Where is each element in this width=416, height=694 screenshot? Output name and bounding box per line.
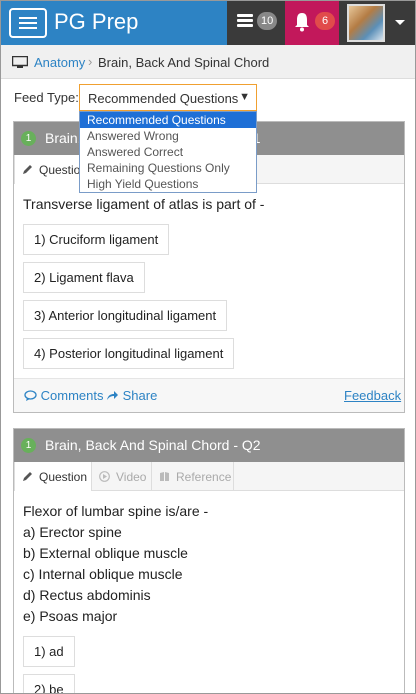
news-button[interactable]: 10 bbox=[227, 1, 285, 45]
pencil-icon bbox=[23, 165, 32, 174]
pencil-icon bbox=[23, 472, 32, 481]
comment-icon bbox=[24, 390, 37, 401]
menu-button[interactable] bbox=[9, 8, 47, 38]
breadcrumb-separator: › bbox=[88, 54, 93, 69]
feed-option-high-yield[interactable]: High Yield Questions bbox=[80, 176, 256, 192]
feed-type-dropdown: Recommended Questions Answered Wrong Ans… bbox=[79, 111, 257, 193]
tab-reference-label: Reference bbox=[176, 470, 232, 484]
app-frame: PG Prep 10 6 Anatomy › Brain, Back And S… bbox=[0, 0, 416, 694]
question-statement: a) Erector spine bbox=[23, 524, 122, 540]
feed-option-answered-correct[interactable]: Answered Correct bbox=[80, 144, 256, 160]
book-icon bbox=[160, 472, 169, 481]
answer-option[interactable]: 1) ad bbox=[23, 636, 75, 667]
top-bar: PG Prep 10 6 bbox=[1, 1, 415, 45]
tab-question-label: Question bbox=[39, 470, 88, 484]
question-number-badge: 1 bbox=[21, 438, 36, 453]
news-badge: 10 bbox=[257, 12, 278, 30]
feed-option-answered-wrong[interactable]: Answered Wrong bbox=[80, 128, 256, 144]
answer-option[interactable]: 3) Anterior longitudinal ligament bbox=[23, 300, 228, 331]
question-body: Flexor of lumbar spine is/are - a) Erect… bbox=[14, 491, 404, 693]
avatar bbox=[347, 4, 385, 42]
feed-option-recommended[interactable]: Recommended Questions bbox=[80, 112, 256, 128]
question-text: Flexor of lumbar spine is/are - a) Erect… bbox=[23, 501, 395, 627]
answer-option[interactable]: 2) be bbox=[23, 674, 75, 693]
tab-question[interactable]: Question bbox=[14, 462, 92, 491]
share-link[interactable]: Share bbox=[106, 388, 157, 403]
bell-icon bbox=[295, 13, 309, 32]
profile-menu[interactable] bbox=[339, 1, 415, 45]
comments-label: Comments bbox=[40, 388, 104, 403]
answer-option[interactable]: 4) Posterior longitudinal ligament bbox=[23, 338, 235, 369]
comments-link[interactable]: Comments bbox=[24, 388, 103, 403]
breadcrumb: Anatomy › Brain, Back And Spinal Chord bbox=[1, 45, 415, 79]
question-number-badge: 1 bbox=[21, 131, 36, 146]
notifications-button[interactable]: 6 bbox=[285, 1, 339, 45]
breadcrumb-current: Brain, Back And Spinal Chord bbox=[98, 55, 270, 70]
feed-type-select[interactable]: Recommended Questions ▼ bbox=[79, 84, 257, 111]
question-statement: d) Rectus abdominis bbox=[23, 587, 151, 603]
question-card: 1 Brain, Back And Spinal Chord - Q2 Ques… bbox=[13, 428, 405, 693]
dropdown-arrow-icon: ▼ bbox=[239, 91, 250, 103]
question-text: Transverse ligament of atlas is part of … bbox=[23, 196, 265, 212]
breadcrumb-anatomy-link[interactable]: Anatomy bbox=[34, 55, 85, 70]
answer-option[interactable]: 2) Ligament flava bbox=[23, 262, 145, 293]
monitor-icon bbox=[12, 56, 28, 68]
app-title: PG Prep bbox=[54, 9, 139, 34]
question-stem: Flexor of lumbar spine is/are - bbox=[23, 503, 209, 519]
question-footer: Comments Share Feedback bbox=[14, 378, 404, 412]
share-icon bbox=[107, 391, 118, 400]
play-circle-icon bbox=[99, 471, 110, 482]
notifications-badge: 6 bbox=[315, 12, 335, 30]
feed-option-remaining[interactable]: Remaining Questions Only bbox=[80, 160, 256, 176]
question-statement: c) Internal oblique muscle bbox=[23, 566, 183, 582]
question-title: Brain, Back And Spinal Chord - Q2 bbox=[45, 437, 261, 453]
tab-video[interactable]: Video bbox=[92, 462, 152, 491]
question-statement: e) Psoas major bbox=[23, 608, 118, 624]
question-tabs: Question Video Reference bbox=[14, 462, 404, 491]
chevron-down-icon bbox=[395, 20, 405, 25]
question-body: Transverse ligament of atlas is part of … bbox=[14, 184, 404, 376]
feedback-link[interactable]: Feedback bbox=[344, 388, 401, 403]
news-icon bbox=[237, 14, 253, 30]
question-statement: b) External oblique muscle bbox=[23, 545, 188, 561]
tab-reference[interactable]: Reference bbox=[152, 462, 234, 491]
tab-video-label: Video bbox=[116, 470, 147, 484]
answer-option[interactable]: 1) Cruciform ligament bbox=[23, 224, 170, 255]
feed-type-label: Feed Type: bbox=[14, 90, 79, 105]
share-label: Share bbox=[122, 388, 158, 403]
feed-type-value: Recommended Questions bbox=[88, 91, 239, 106]
question-header: 1 Brain, Back And Spinal Chord - Q2 bbox=[14, 429, 404, 462]
